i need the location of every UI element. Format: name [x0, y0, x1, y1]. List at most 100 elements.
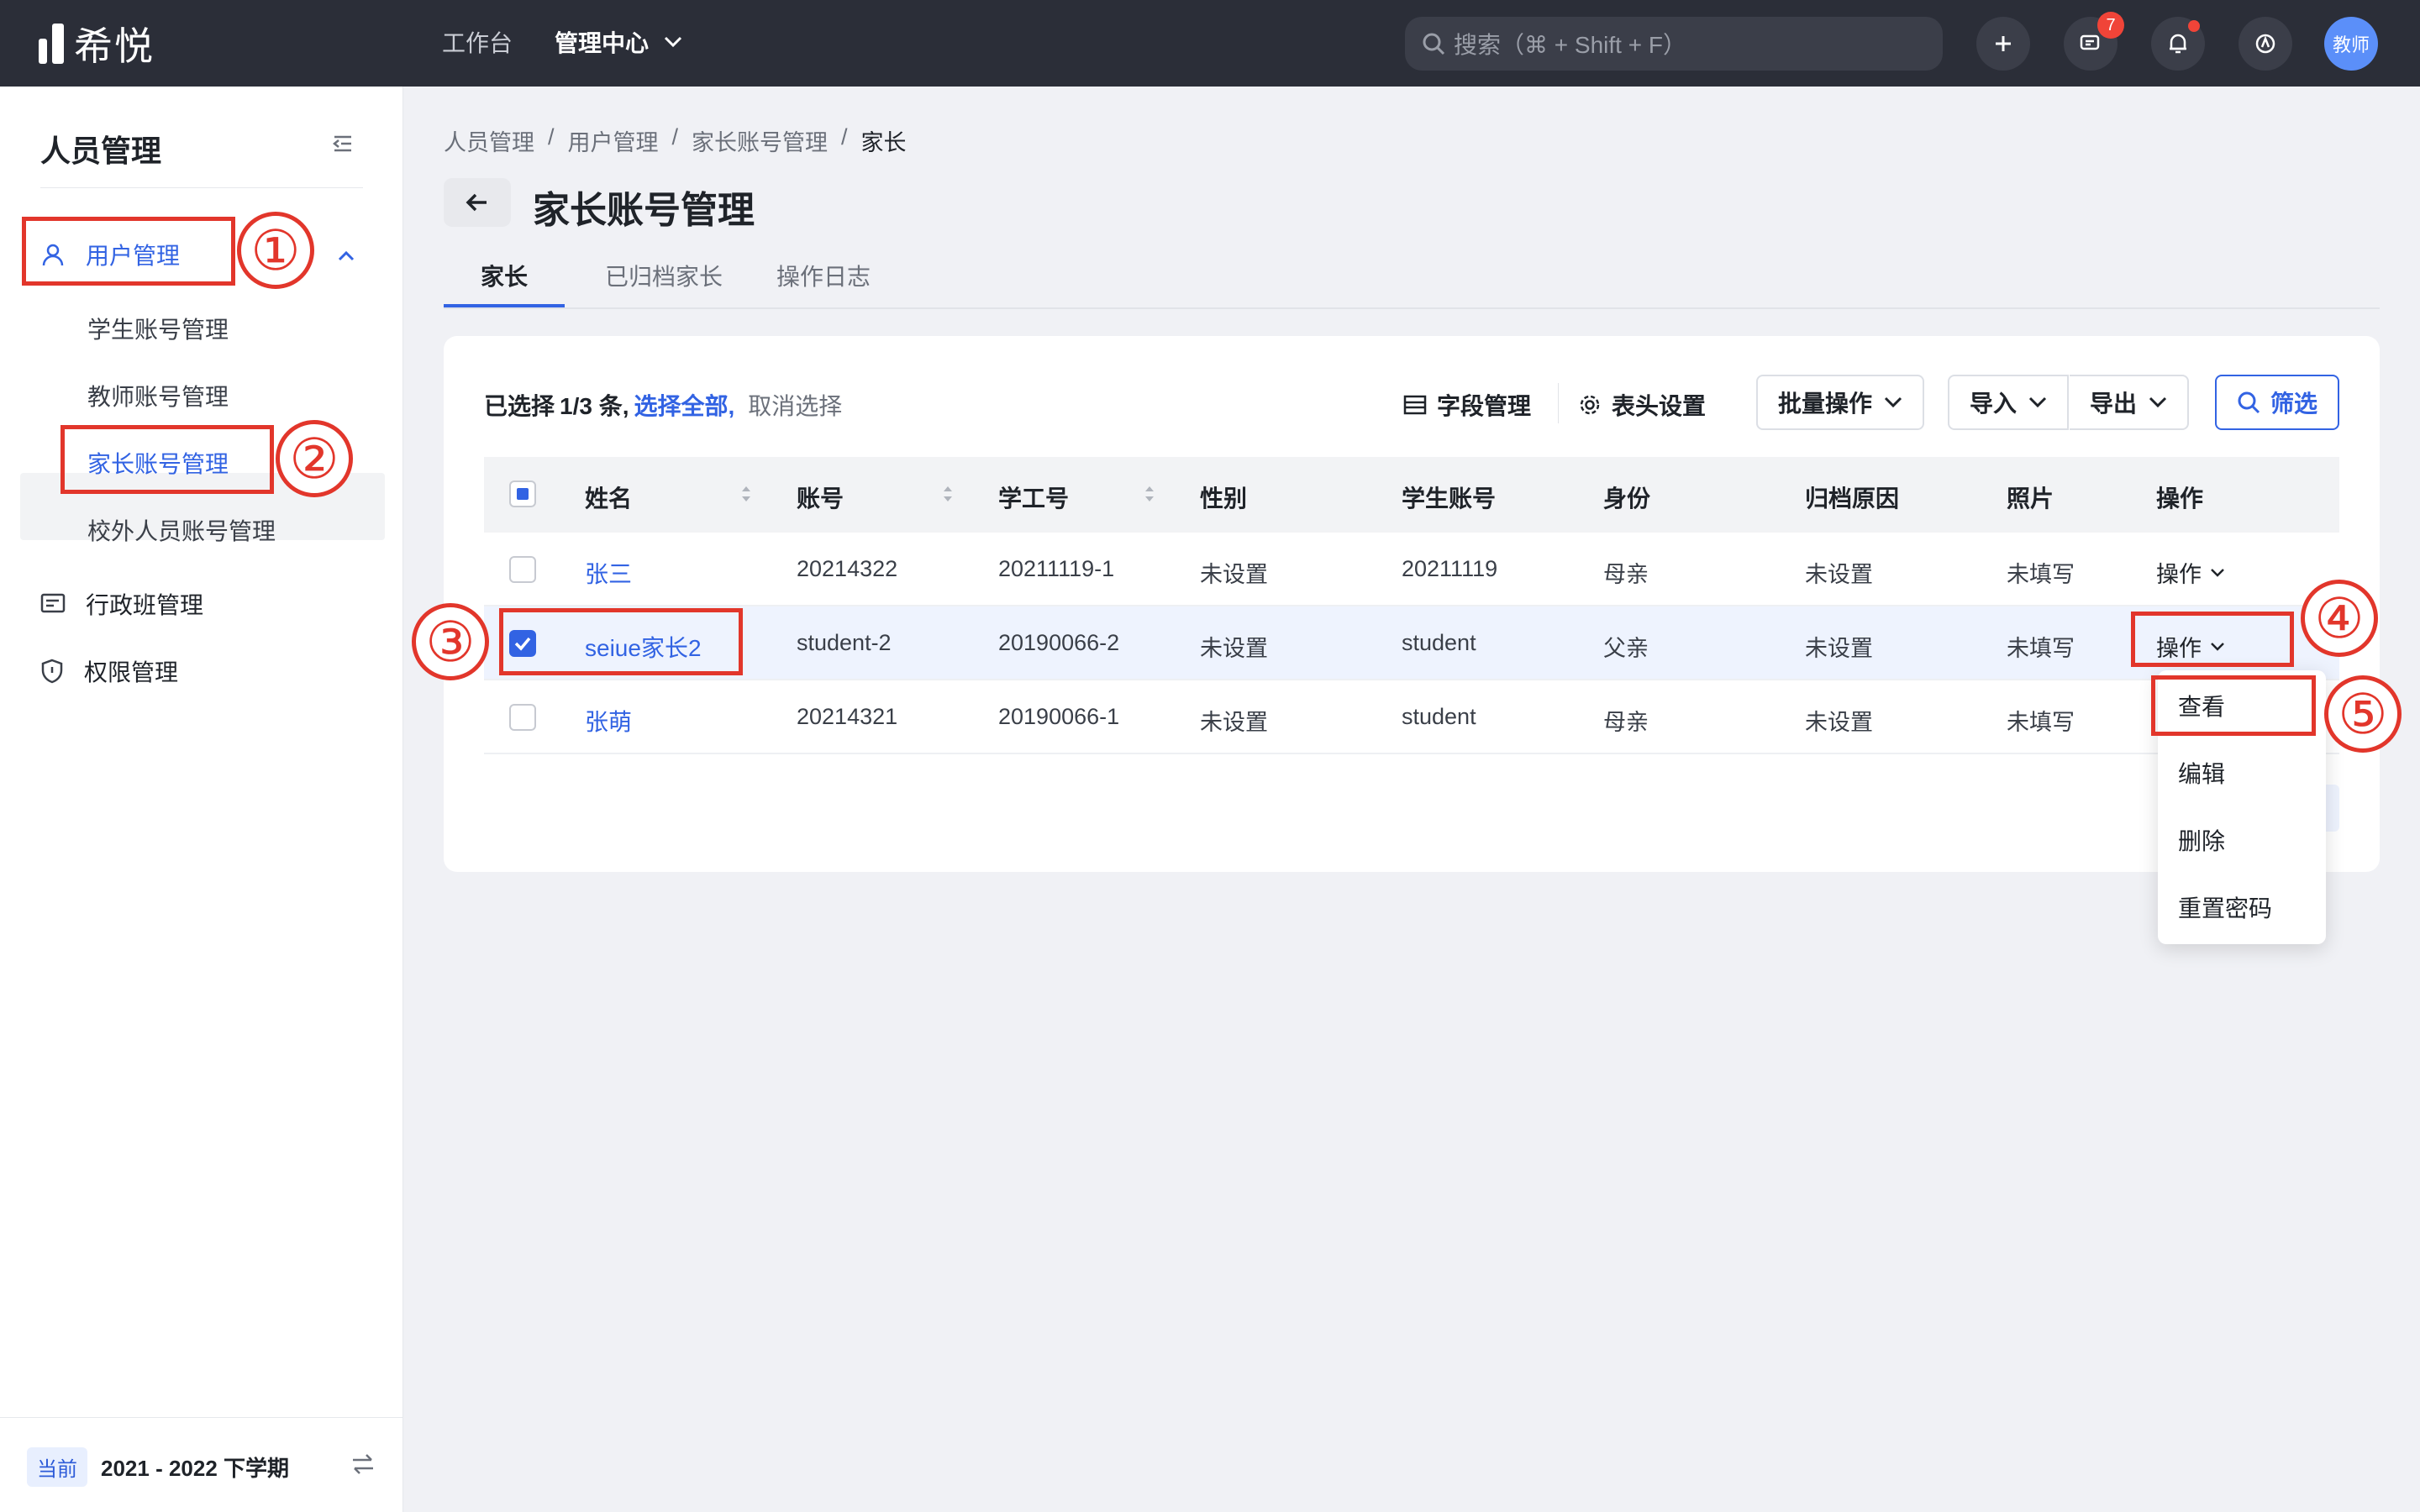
cell-gender: 未设置 [1200, 562, 1268, 587]
field-manage-button[interactable]: 字段管理 [1403, 388, 1531, 422]
sidebar-item-class-management-label: 行政班管理 [86, 592, 204, 618]
tab-archived-parents[interactable]: 已归档家长 [605, 259, 723, 292]
header-settings-button[interactable]: 表头设置 [1578, 388, 1706, 422]
annotation-number: ③ [412, 603, 489, 680]
table-row: 张萌 20214321 20190066-1 未设置 student 母亲 未设… [484, 680, 2339, 754]
table-icon [1403, 395, 1427, 415]
plus-icon [1996, 36, 2011, 51]
top-nav: 工作台 管理中心 [442, 25, 682, 59]
table-row: seiue家长2 student-2 20190066-2 未设置 studen… [484, 606, 2339, 680]
cell-gender: 未设置 [1200, 636, 1268, 661]
search-placeholder: 搜索（⌘ + Shift + F） [1454, 32, 1686, 58]
breadcrumb-item[interactable]: 用户管理 [568, 124, 659, 157]
cancel-select-link[interactable]: 取消选择 [748, 388, 842, 422]
nav-management-center[interactable]: 管理中心 [555, 25, 682, 59]
annotation-number: ⑤ [2324, 675, 2402, 753]
page-title: 家长账号管理 [533, 190, 755, 231]
annotation-number: ④ [2301, 580, 2378, 657]
sidebar-item-external-accounts[interactable]: 校外人员账号管理 [87, 513, 276, 547]
app-logo[interactable]: 希悦 [39, 20, 155, 68]
filter-button[interactable]: 筛选 [2215, 375, 2340, 430]
sidebar-title: 人员管理 [40, 134, 162, 168]
breadcrumb-item[interactable]: 人员管理 [444, 124, 534, 157]
chevron-down-icon [1884, 396, 1902, 408]
menu-item-delete[interactable]: 删除 [2178, 823, 2225, 857]
export-dropdown[interactable]: 导出 [2070, 375, 2190, 430]
sidebar-divider [40, 187, 363, 188]
row-checkbox[interactable] [509, 556, 536, 583]
select-all-link[interactable]: 选择全部, [634, 388, 735, 422]
collapse-icon [332, 135, 351, 152]
annotation-number: ② [276, 420, 353, 497]
sidebar-item-class-management[interactable]: 行政班管理 [40, 587, 203, 621]
user-avatar[interactable]: 教师 [2324, 17, 2378, 71]
export-label: 导出 [2090, 391, 2138, 417]
table-row: 张三 20214322 20211119-1 未设置 20211119 母亲 未… [484, 533, 2339, 606]
sort-icon[interactable] [1143, 482, 1156, 506]
row-actions-dropdown[interactable]: 操作 [2156, 556, 2225, 589]
messages-button[interactable]: 7 [2064, 12, 2124, 71]
cell-archive-reason: 未设置 [1805, 710, 1873, 735]
nav-workbench[interactable]: 工作台 [442, 25, 513, 59]
sidebar: 人员管理 用户管理 学生账号管理 教师账号管理 家长账号管理 校外人员账号管理 … [0, 87, 403, 1512]
cell-account: student-2 [797, 630, 892, 655]
tab-parents[interactable]: 家长 [481, 259, 528, 292]
tab-operation-log[interactable]: 操作日志 [776, 259, 871, 292]
menu-item-edit[interactable]: 编辑 [2178, 756, 2225, 790]
col-student-account: 学生账号 [1402, 486, 1497, 512]
cell-student-account: 20211119 [1402, 556, 1498, 581]
annotation-box [2131, 612, 2294, 667]
selected-count: 1/3 条, [560, 393, 629, 419]
back-button[interactable] [444, 178, 511, 227]
current-term-text: 2021 - 2022 下学期 [101, 1456, 290, 1481]
collapse-sidebar-button[interactable] [331, 134, 355, 158]
global-search[interactable]: 搜索（⌘ + Shift + F） [1405, 17, 1943, 71]
sidebar-item-student-accounts[interactable]: 学生账号管理 [87, 312, 229, 345]
annotation-box [22, 217, 235, 286]
top-bar: 希悦 工作台 管理中心 搜索（⌘ + Shift + F） 7 教师 [0, 0, 2420, 87]
breadcrumb-item[interactable]: 家长账号管理 [692, 124, 828, 157]
chevron-down-icon [2211, 568, 2224, 577]
col-name[interactable]: 姓名 [585, 480, 632, 514]
col-gender: 性别 [1200, 486, 1248, 512]
cell-identity: 母亲 [1603, 710, 1649, 735]
sort-icon[interactable] [739, 482, 753, 506]
annotation-box [60, 425, 274, 494]
parent-name-link[interactable]: 张萌 [585, 704, 632, 738]
switch-icon[interactable] [350, 1452, 376, 1476]
sidebar-item-permissions[interactable]: 权限管理 [40, 654, 178, 688]
sidebar-item-permissions-label: 权限管理 [84, 659, 179, 685]
logo-text: 希悦 [74, 24, 155, 68]
parent-name-link[interactable]: 张三 [585, 556, 632, 590]
add-button[interactable] [1976, 17, 2030, 71]
help-button[interactable] [2238, 17, 2292, 71]
col-staff-id[interactable]: 学工号 [998, 480, 1069, 514]
chevron-down-icon [2149, 396, 2167, 408]
col-archive-reason: 归档原因 [1805, 486, 1900, 512]
batch-actions-label: 批量操作 [1778, 391, 1873, 417]
menu-item-reset-password[interactable]: 重置密码 [2178, 890, 2272, 924]
col-account[interactable]: 账号 [797, 480, 844, 514]
import-dropdown[interactable]: 导入 [1948, 375, 2070, 430]
cell-account: 20214322 [797, 556, 898, 581]
cell-account: 20214321 [797, 704, 898, 729]
cell-staff-id: 20190066-2 [998, 630, 1120, 655]
cell-archive-reason: 未设置 [1805, 636, 1873, 661]
table-card: 已选择 1/3 条, 选择全部, 取消选择 字段管理 表头设置 批量操作 导入 … [444, 336, 2380, 872]
current-term-badge: 当前 [27, 1447, 87, 1487]
annotation-box [499, 608, 743, 675]
notifications-button[interactable] [2151, 17, 2205, 71]
col-identity: 身份 [1603, 486, 1651, 512]
col-photo: 照片 [2007, 486, 2054, 512]
sort-icon[interactable] [941, 482, 955, 506]
breadcrumb-current: 家长 [860, 130, 907, 155]
cell-staff-id: 20190066-1 [998, 704, 1120, 729]
row-checkbox[interactable] [509, 704, 536, 731]
chevron-up-icon[interactable] [338, 249, 355, 261]
sidebar-item-teacher-accounts[interactable]: 教师账号管理 [87, 379, 229, 412]
term-selector[interactable]: 当前 2021 - 2022 下学期 [27, 1447, 289, 1487]
list-icon [40, 593, 66, 613]
batch-actions-dropdown[interactable]: 批量操作 [1756, 375, 1925, 430]
select-all-checkbox[interactable] [509, 480, 536, 507]
cell-archive-reason: 未设置 [1805, 562, 1873, 587]
